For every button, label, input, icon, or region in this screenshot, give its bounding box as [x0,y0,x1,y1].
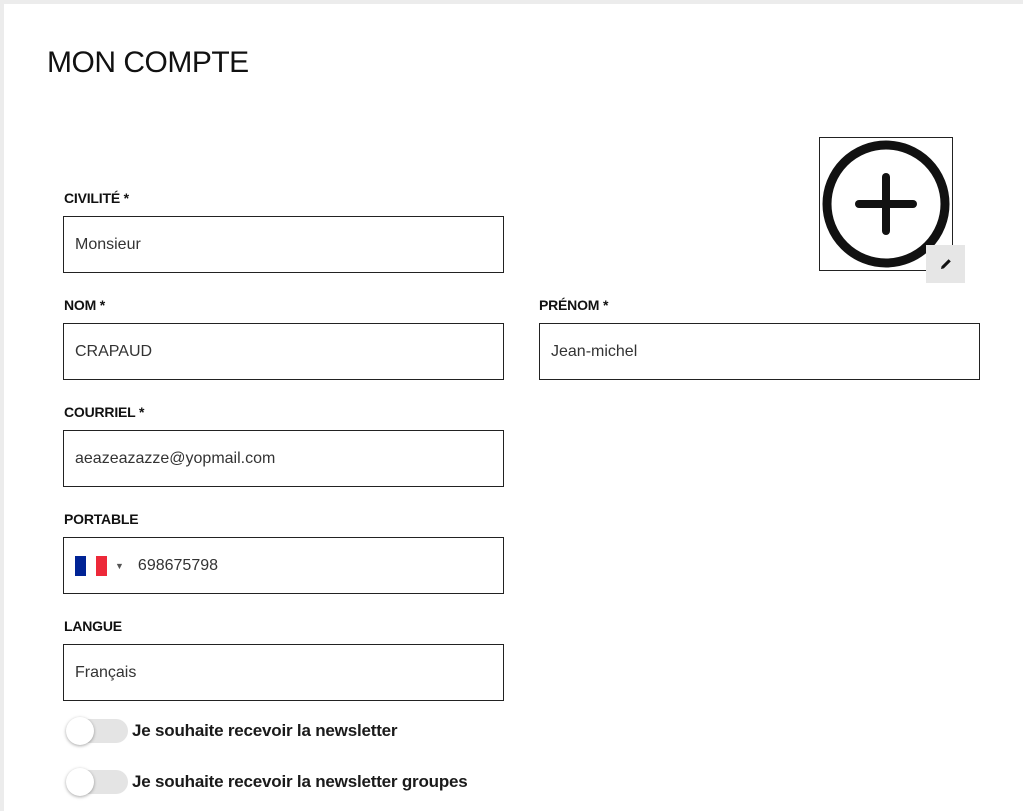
langue-label: LANGUE [64,618,122,634]
newsletter-toggle-row: Je souhaite recevoir la newsletter [66,716,398,746]
prenom-field[interactable] [539,323,980,380]
langue-input[interactable] [75,663,492,682]
pencil-icon [940,259,951,269]
toggle-knob [66,717,94,745]
civilite-label: CIVILITÉ * [64,190,129,206]
toggle-knob [66,768,94,796]
nom-input[interactable] [75,342,492,361]
edit-avatar-button[interactable] [926,245,965,283]
page-title: MON COMPTE [47,46,249,79]
newsletter-toggle[interactable] [66,716,128,746]
account-page: MON COMPTE CIVILITÉ * NOM * PRÉNOM * COU… [0,0,1023,811]
newsletter-groupes-toggle-row: Je souhaite recevoir la newsletter group… [66,767,468,797]
prenom-input[interactable] [551,342,968,361]
courriel-field[interactable] [63,430,504,487]
newsletter-groupes-toggle[interactable] [66,767,128,797]
courriel-input[interactable] [75,449,492,468]
nom-label: NOM * [64,297,106,313]
newsletter-groupes-toggle-label: Je souhaite recevoir la newsletter group… [132,772,468,791]
langue-field[interactable] [63,644,504,701]
civilite-input[interactable] [75,235,492,254]
nom-field[interactable] [63,323,504,380]
chevron-down-icon: ▼ [115,560,124,571]
civilite-field[interactable] [63,216,504,273]
newsletter-toggle-label: Je souhaite recevoir la newsletter [132,721,398,740]
france-flag-icon [75,555,108,576]
portable-input[interactable] [137,556,492,575]
country-code-dropdown[interactable]: ▼ [75,555,138,576]
prenom-label: PRÉNOM * [539,297,609,313]
portable-field[interactable]: ▼ [63,537,504,594]
courriel-label: COURRIEL * [64,404,145,420]
portable-label: PORTABLE [64,511,139,527]
